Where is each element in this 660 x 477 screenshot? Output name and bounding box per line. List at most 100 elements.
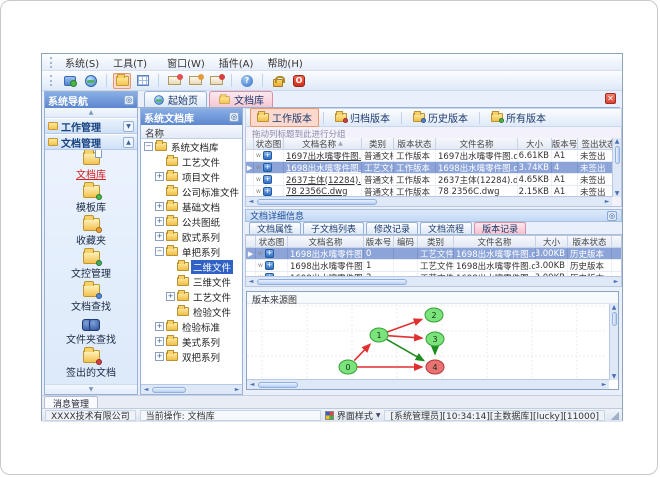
所有版本-button[interactable]: 所有版本 (484, 108, 553, 127)
expand-icon[interactable]: + (155, 172, 164, 181)
column-header-状态图[interactable]: 状态图 (254, 138, 284, 149)
tree-node-公共图纸[interactable]: + 公共图纸 (141, 214, 242, 229)
column-header-文件名称[interactable]: 文件名称 (436, 138, 518, 149)
tree-node-基础文档[interactable]: + 基础文档 (141, 199, 242, 214)
column-header-版本号[interactable]: 版本号 (552, 138, 578, 149)
document-link[interactable]: 1697出水嘴零件图.dwg (284, 150, 362, 161)
tree-node-欧式系列[interactable]: + 欧式系列 (141, 229, 242, 244)
tab-message-management[interactable]: 消息管理 (44, 396, 99, 410)
工作版本-button[interactable]: 工作版本 (250, 108, 319, 127)
menu-item[interactable]: 帮助(H) (260, 58, 309, 71)
table-row[interactable]: w+1698出水嘴零件图.dwg1工艺文件1698出水嘴零件图.dwg73.00… (246, 260, 621, 272)
nav-scroll-down[interactable]: ▼ (45, 384, 137, 394)
sidebar-item-文档查找[interactable]: 文档查找 (45, 281, 137, 315)
tree-node-三维文件[interactable]: 三维文件 (141, 274, 242, 289)
sidebar-item-文控管理[interactable]: 文控管理 (45, 248, 137, 282)
globe-icon[interactable] (82, 73, 100, 89)
tree-node-单把系列[interactable]: − 单把系列 (141, 244, 242, 259)
table-row[interactable]: w+2637主体(12284).dwg普通文档工作版本2637主体(12284)… (246, 174, 612, 186)
历史版本-button[interactable]: 历史版本 (406, 108, 475, 127)
graph-node-1[interactable]: 1 (369, 327, 389, 343)
mail-new-icon[interactable] (165, 73, 183, 89)
version-graph[interactable]: 0 1 2 3 4 (247, 304, 607, 380)
graph-vscrollbar[interactable]: ▲ ▼ (609, 304, 618, 380)
graph-hscrollbar[interactable]: ◄ ► (247, 379, 609, 389)
mail-error-icon[interactable] (207, 73, 225, 89)
expand-icon[interactable]: + (155, 337, 164, 346)
column-header-类别[interactable]: 类别 (418, 236, 454, 247)
menu-item[interactable]: 窗口(W) (160, 58, 212, 71)
tree-hscrollbar[interactable]: ◄ ► (141, 384, 242, 394)
detail-tab-子文档列表[interactable]: 子文档列表 (303, 222, 365, 235)
tree-node-项目文件[interactable]: + 项目文件 (141, 169, 242, 184)
exit-icon[interactable]: O (290, 73, 308, 89)
tree-node-公司标准文件[interactable]: 公司标准文件 (141, 184, 242, 199)
sidebar-group-expanded[interactable]: 文档管理 ▲ (45, 134, 137, 150)
lock-icon[interactable] (269, 73, 287, 89)
column-header-indicator[interactable] (246, 236, 256, 247)
tree-node-二维文件[interactable]: 二维文件 (141, 259, 242, 274)
sidebar-group-collapsed[interactable]: 工作管理 ▼ (45, 118, 137, 134)
tab-起始页[interactable]: 起始页 (144, 91, 207, 107)
column-header-状态图[interactable]: 状态图 (256, 236, 288, 247)
column-header-编码[interactable]: 编码 (394, 236, 418, 247)
sidebar-item-模板库[interactable]: 模板库 (45, 182, 137, 216)
folder-open-icon[interactable] (113, 72, 131, 89)
column-header-签出状态[interactable]: 签出状态 (578, 138, 612, 150)
table-vscrollbar[interactable]: ▲ ▼ (612, 138, 621, 197)
help-icon[interactable]: ? (238, 73, 256, 89)
column-header-大小[interactable]: 大小 (536, 236, 568, 247)
mail-send-icon[interactable] (186, 73, 204, 89)
tree-node-工艺文件[interactable]: 工艺文件 (141, 154, 242, 169)
expand-icon[interactable]: + (166, 292, 175, 301)
document-link[interactable]: 1698出水嘴零件图.dwg (284, 162, 362, 173)
table-row[interactable]: ▶w+1698出水嘴零件图.dwg工艺文件工作版本1698出水嘴零件图.dwg7… (246, 162, 612, 174)
pin-icon[interactable]: ◎ (229, 112, 239, 122)
column-header-大小[interactable]: 大小 (518, 138, 552, 149)
close-icon[interactable]: ✕ (605, 93, 616, 104)
sidebar-item-收藏夹[interactable]: 收藏夹 (45, 215, 137, 249)
tab-文档库[interactable]: 文档库 (209, 91, 273, 107)
table-hscrollbar[interactable]: ◄ ► (246, 196, 612, 206)
tree-node-检验文件[interactable]: 检验文件 (141, 304, 242, 319)
display-icon[interactable] (61, 73, 79, 89)
column-header-文档名称[interactable]: 文档名称 ▲ (284, 138, 362, 149)
tree-node-检验标准[interactable]: + 检验标准 (141, 319, 242, 334)
tree-node-系统文档库[interactable]: − 系统文档库 (141, 139, 242, 154)
document-link[interactable]: 2637主体(12284).dwg (284, 174, 362, 185)
column-header-版本状态[interactable]: 版本状态 (394, 138, 436, 149)
version-table-hscrollbar[interactable]: ◄ ► (246, 276, 621, 286)
graph-node-2[interactable]: 2 (424, 307, 444, 323)
menu-item[interactable]: 系统(S) (58, 58, 106, 71)
collapse-icon[interactable]: − (144, 142, 153, 151)
tree-node-双把系列[interactable]: + 双把系列 (141, 349, 242, 364)
pin-icon[interactable]: ◎ (124, 95, 134, 105)
tree-column-header[interactable]: 名称 (141, 125, 242, 140)
column-header-indicator[interactable] (246, 138, 254, 149)
detail-tab-文档属性[interactable]: 文档属性 (249, 222, 302, 235)
column-header-文档名称[interactable]: 文档名称 (288, 236, 364, 247)
column-header-文件名称[interactable]: 文件名称 (454, 236, 536, 247)
grid-icon[interactable] (134, 73, 152, 89)
pin-icon[interactable]: ◎ (607, 210, 617, 221)
sidebar-item-文档库[interactable]: 文档库 (45, 150, 137, 183)
graph-node-0[interactable]: 0 (338, 359, 358, 375)
graph-node-4[interactable]: 4 (425, 359, 445, 375)
ui-style-selector[interactable]: 界面样式 ▼ (324, 409, 380, 422)
menu-item[interactable]: 插件(A) (212, 58, 261, 71)
sidebar-item-签出的文档[interactable]: 签出的文档 (45, 347, 137, 381)
collapse-icon[interactable]: − (155, 247, 164, 256)
column-header-版本号[interactable]: 版本号 (364, 236, 394, 247)
graph-node-3[interactable]: 3 (425, 331, 445, 347)
expand-icon[interactable]: + (155, 322, 164, 331)
sidebar-item-文件夹查找[interactable]: 文件夹查找 (45, 315, 137, 348)
chevron-up-icon[interactable]: ▲ (123, 136, 134, 148)
resize-grip[interactable] (611, 411, 619, 420)
column-header-版本状态[interactable]: 版本状态 (568, 236, 612, 247)
tree-node-美式系列[interactable]: + 美式系列 (141, 334, 242, 349)
expand-icon[interactable]: + (155, 217, 164, 226)
nav-scroll-up[interactable]: ▲ (45, 108, 137, 118)
expand-icon[interactable]: + (155, 202, 164, 211)
tree-node-工艺文件[interactable]: + 工艺文件 (141, 289, 242, 304)
chevron-down-icon[interactable]: ▼ (123, 120, 134, 132)
